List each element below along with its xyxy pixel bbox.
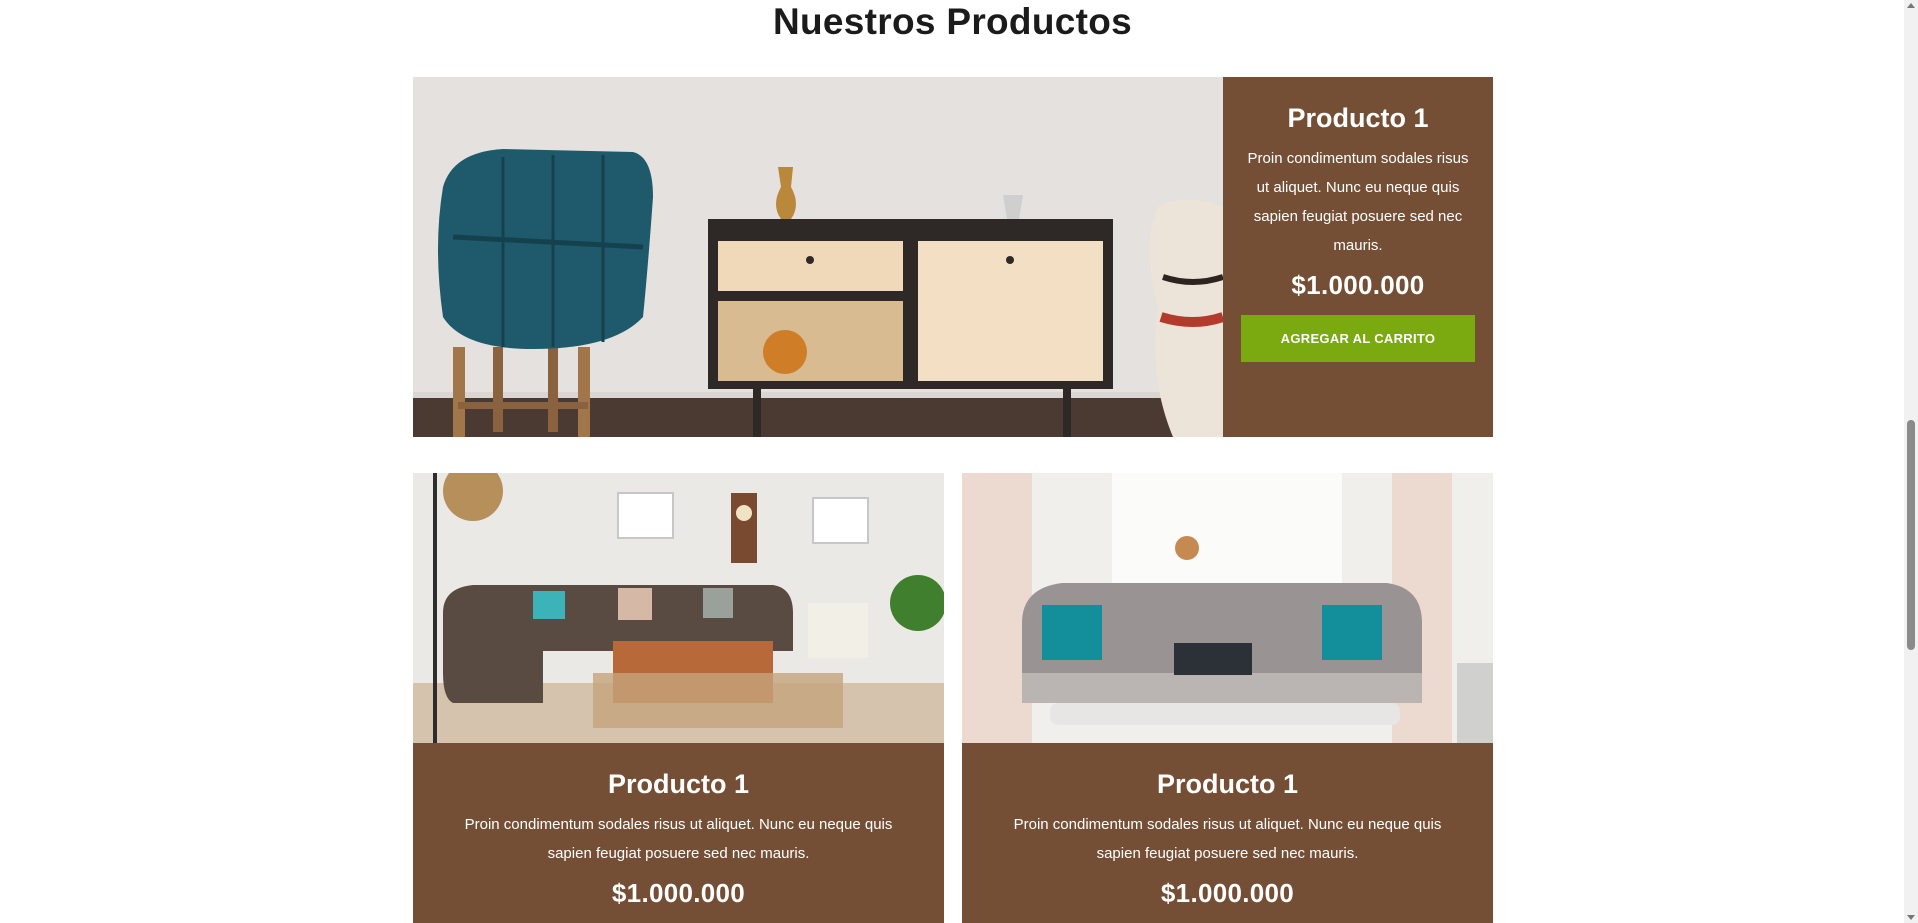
product-title: Producto 1	[1287, 103, 1429, 133]
product-image-sofa[interactable]	[962, 473, 1493, 743]
scroll-up-arrow-icon[interactable]	[1907, 3, 1915, 8]
scroll-down-arrow-icon[interactable]	[1907, 915, 1915, 920]
add-to-cart-button[interactable]: AGREGAR AL CARRITO	[1241, 315, 1475, 362]
product-info-living-room: Producto 1 Proin condimentum sodales ris…	[413, 743, 944, 923]
product-card-featured: Producto 1 Proin condimentum sodales ris…	[413, 77, 1493, 437]
product-image-living-room[interactable]	[413, 473, 944, 743]
product-title: Producto 1	[1156, 769, 1298, 799]
product-image-sideboard[interactable]	[413, 77, 1223, 437]
vertical-scrollbar[interactable]	[1904, 0, 1918, 923]
section-title: Nuestros Productos	[772, 1, 1132, 42]
product-card-sofa: Producto 1 Proin condimentum sodales ris…	[962, 473, 1493, 923]
product-description: Proin condimentum sodales risus ut aliqu…	[1247, 150, 1469, 254]
product-info-sofa: Producto 1 Proin condimentum sodales ris…	[962, 743, 1493, 923]
product-description: Proin condimentum sodales risus ut aliqu…	[1013, 816, 1442, 862]
product-price: $1.000.000	[1160, 878, 1295, 908]
product-price: $1.000.000	[611, 878, 746, 908]
product-title: Producto 1	[607, 769, 749, 799]
product-card-living-room: Producto 1 Proin condimentum sodales ris…	[413, 473, 944, 923]
page: Nuestros Productos Producto 1 Proin cond…	[0, 0, 1918, 923]
product-info-featured: Producto 1 Proin condimentum sodales ris…	[1223, 77, 1493, 437]
product-description: Proin condimentum sodales risus ut aliqu…	[464, 816, 893, 862]
product-price: $1.000.000	[1291, 270, 1425, 300]
scrollbar-thumb[interactable]	[1907, 420, 1915, 650]
